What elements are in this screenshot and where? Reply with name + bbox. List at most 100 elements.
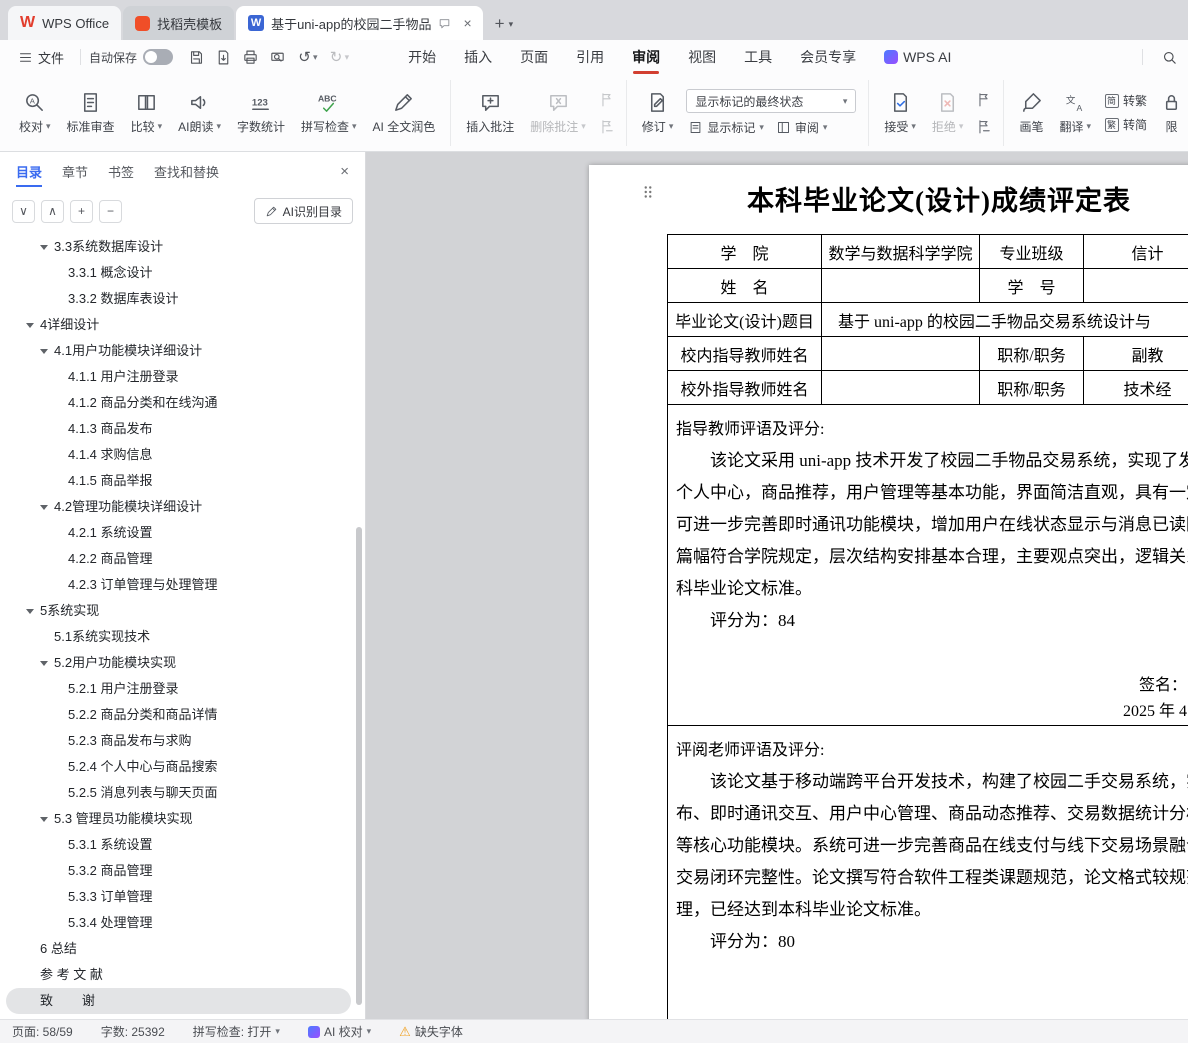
ribbon-tab[interactable]: 视图 [674, 40, 730, 74]
outline-item[interactable]: 5.3 管理员功能模块实现 [0, 806, 365, 832]
ribbon-button[interactable]: 限 [1153, 88, 1188, 138]
table-cell[interactable]: 姓 名 [668, 269, 822, 303]
ribbon-button[interactable]: 接受▾ [877, 88, 923, 138]
tab-chapters[interactable]: 章节 [62, 152, 88, 190]
outline-item[interactable]: 5.3.4 处理管理 [0, 910, 365, 936]
table-cell[interactable]: 学 院 [668, 235, 822, 269]
ribbon-button[interactable]: 比较▾ [124, 88, 170, 138]
signature-date[interactable]: 2025 年 4 [676, 699, 1187, 725]
table-cell[interactable]: 学 号 [980, 269, 1084, 303]
outline-item[interactable]: 5.3.1 系统设置 [0, 832, 365, 858]
collapse-triangle-icon[interactable] [40, 245, 48, 250]
ribbon-button[interactable]: 删除批注▾ [523, 88, 593, 138]
collapse-triangle-icon[interactable] [40, 817, 48, 822]
outline-item[interactable]: 4.1.4 求购信息 [0, 442, 365, 468]
ribbon-button[interactable]: 插入批注 [459, 88, 521, 138]
outline-item[interactable]: 4.1.3 商品发布 [0, 416, 365, 442]
zoom-out-outline-button[interactable]: − [99, 200, 122, 223]
ai-proofread[interactable]: AI 校对 ▾ [308, 1023, 371, 1040]
table-cell[interactable]: 毕业论文(设计)题目 [668, 303, 822, 337]
ribbon-button[interactable]: 修订▾ [635, 88, 681, 138]
table-cell[interactable]: 校外指导教师姓名 [668, 371, 822, 405]
collapse-triangle-icon[interactable] [26, 323, 34, 328]
paragraph-line[interactable]: 理，已经达到本科毕业论文标准。 [676, 894, 1188, 926]
outline-item[interactable]: 4.2.1 系统设置 [0, 520, 365, 546]
paragraph-line[interactable]: 可进一步完善即时通讯功能模块，增加用户在线状态显示与消息已读回执功 [676, 509, 1188, 541]
table-cell[interactable]: 基于 uni-app 的校园二手物品交易系统设计与 [822, 303, 1188, 337]
outline-item[interactable]: 5.2.5 消息列表与聊天页面 [0, 780, 365, 806]
new-tab-button[interactable]: + [495, 14, 505, 34]
outline-item[interactable]: 4.1用户功能模块详细设计 [0, 338, 365, 364]
paragraph-line[interactable]: 交易闭环完整性。论文撰写符合软件工程类课题规范，论文格式较规范， [676, 862, 1188, 894]
word-count[interactable]: 字数: 25392 [101, 1023, 165, 1040]
outline-item[interactable]: 4.1.5 商品举报 [0, 468, 365, 494]
table-cell[interactable]: 副教 [1084, 337, 1188, 371]
tab-docer-templates[interactable]: 找稻壳模板 [123, 6, 234, 40]
tab-bookmarks[interactable]: 书签 [108, 152, 134, 190]
outline-item[interactable]: 5.2.3 商品发布与求购 [0, 728, 365, 754]
table-cell[interactable] [1084, 269, 1188, 303]
ribbon-tab[interactable]: 开始 [394, 40, 450, 74]
outline-item[interactable]: 3.3.1 概念设计 [0, 260, 365, 286]
export-icon[interactable] [212, 46, 235, 69]
paragraph-line[interactable]: 篇幅符合学院规定，层次结构安排基本合理，主要观点突出，逻辑关系较 [676, 541, 1188, 573]
outline-item[interactable]: 致 谢 [6, 988, 351, 1014]
tab-list-caret-icon[interactable]: ▾ [509, 19, 514, 30]
table-cell[interactable]: 专业班级 [980, 235, 1084, 269]
table-cell[interactable] [822, 337, 980, 371]
ribbon-tab[interactable]: 会员专享 [786, 40, 870, 74]
ribbon-button[interactable]: 拒绝▾ [925, 88, 971, 138]
markup-state-combo[interactable]: 显示标记的最终状态▾ [686, 89, 856, 113]
outline-item[interactable]: 5系统实现 [0, 598, 365, 624]
ribbon-tab[interactable]: 插入 [450, 40, 506, 74]
paragraph-line[interactable]: 该论文采用 uni-app 技术开发了校园二手物品交易系统，实现了发布、 [676, 445, 1188, 477]
ribbon-small-button[interactable]: 繁转简 [1104, 116, 1147, 133]
ai-recognize-toc-button[interactable]: AI识别目录 [254, 198, 353, 224]
prev-flag-icon[interactable] [975, 91, 992, 108]
table-cell[interactable]: 校内指导教师姓名 [668, 337, 822, 371]
ribbon-button[interactable]: AI朗读▾ [171, 88, 228, 138]
document-title[interactable]: 本科毕业论文(设计)成绩评定表 [589, 179, 1188, 218]
outline-item[interactable]: 4.2.3 订单管理与处理管理 [0, 572, 365, 598]
outline-item[interactable]: 3.3.2 数据库表设计 [0, 286, 365, 312]
outline-item[interactable]: 4详细设计 [0, 312, 365, 338]
outline-item[interactable]: 4.2管理功能模块详细设计 [0, 494, 365, 520]
ribbon-tab[interactable]: 工具 [730, 40, 786, 74]
ribbon-button[interactable]: A校对▾ [12, 88, 58, 138]
table-cell[interactable] [822, 269, 980, 303]
search-icon[interactable] [1161, 49, 1178, 66]
file-menu-button[interactable]: 文件 [10, 48, 72, 67]
advisor-eval-cell[interactable]: 指导教师评语及评分:该论文采用 uni-app 技术开发了校园二手物品交易系统，… [668, 405, 1188, 726]
collapse-triangle-icon[interactable] [26, 609, 34, 614]
autosave-toggle[interactable] [143, 49, 173, 65]
outline-item[interactable]: 5.3.2 商品管理 [0, 858, 365, 884]
ribbon-button[interactable]: 文A翻译▾ [1052, 88, 1098, 138]
outline-item[interactable]: 6 总结 [0, 936, 365, 962]
tab-find-replace[interactable]: 查找和替换 [154, 152, 219, 190]
collapse-triangle-icon[interactable] [40, 661, 48, 666]
close-tab-icon[interactable]: × [460, 15, 474, 31]
table-cell[interactable] [822, 371, 980, 405]
preview-icon[interactable] [266, 46, 289, 69]
tab-wps-home[interactable]: W WPS Office [8, 6, 121, 40]
paragraph-line[interactable]: 个人中心，商品推荐，用户管理等基本功能，界面简洁直观，具有一定实用 [676, 477, 1188, 509]
tab-contents[interactable]: 目录 [16, 152, 42, 190]
paragraph-line[interactable]: 科毕业论文标准。 [676, 573, 1188, 605]
prev-flag-icon[interactable] [598, 91, 615, 108]
close-sidebar-icon[interactable]: × [340, 163, 349, 180]
collapse-triangle-icon[interactable] [40, 505, 48, 510]
outline-item[interactable]: 5.2.4 个人中心与商品搜索 [0, 754, 365, 780]
score-line[interactable]: 评分为：84 [676, 605, 1188, 637]
table-cell[interactable]: 技术经 [1084, 371, 1188, 405]
outline-item[interactable]: 5.3.3 订单管理 [0, 884, 365, 910]
outline-item[interactable]: 5.2用户功能模块实现 [0, 650, 365, 676]
outline-item[interactable]: 5.1系统实现技术 [0, 624, 365, 650]
ribbon-tab[interactable]: WPS AI [870, 40, 965, 74]
missing-font-warning[interactable]: ⚠ 缺失字体 [399, 1023, 463, 1040]
ribbon-small-button[interactable]: 显示标记▾ [688, 119, 764, 136]
print-icon[interactable] [239, 46, 262, 69]
ribbon-button[interactable]: ABC拼写检查▾ [294, 88, 364, 138]
table-cell[interactable]: 职称/职务 [980, 337, 1084, 371]
table-drag-handle[interactable] [639, 183, 657, 201]
table-cell[interactable]: 信计 [1084, 235, 1188, 269]
